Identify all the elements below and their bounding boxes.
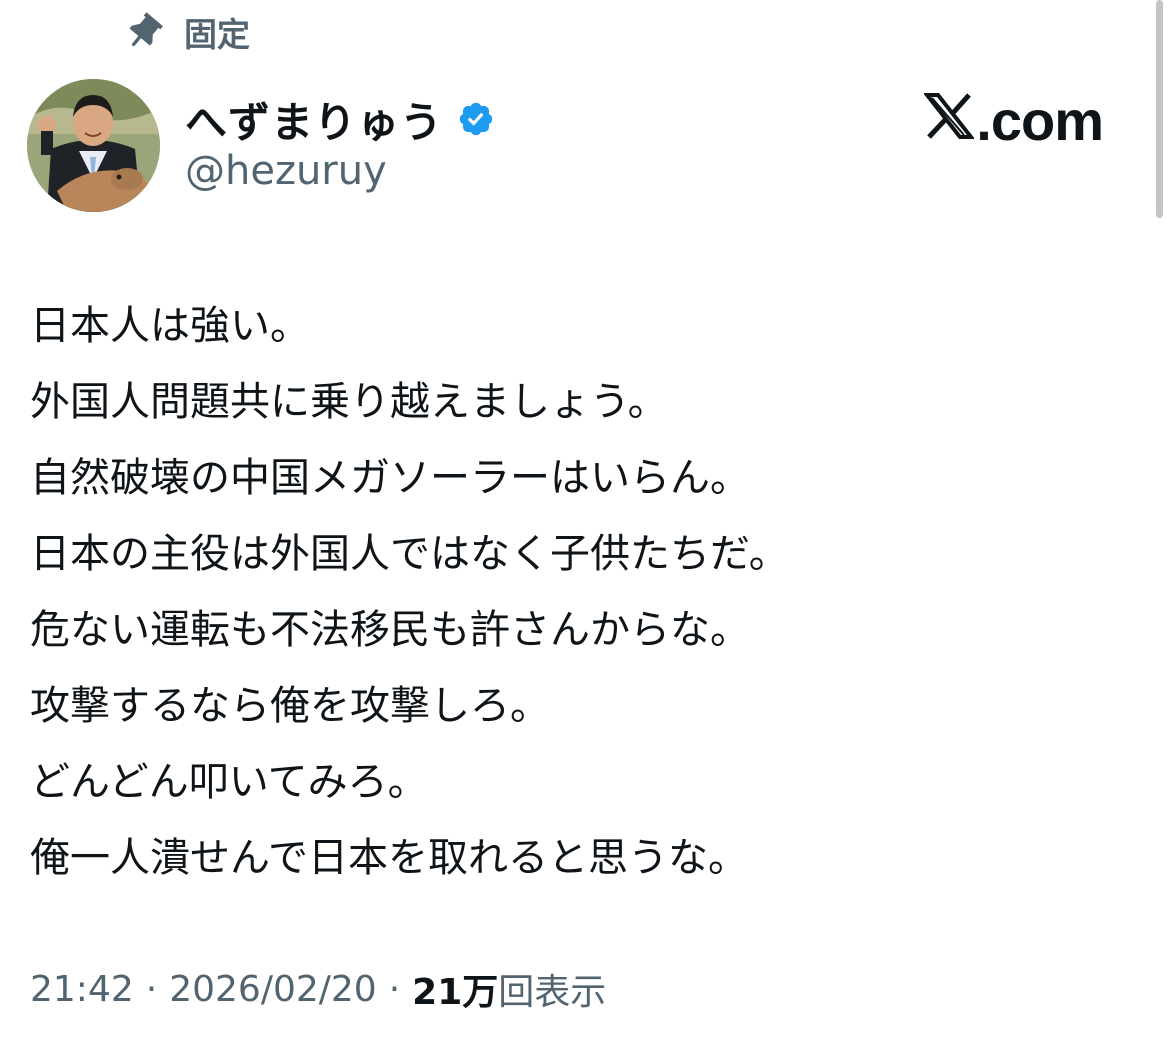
meta-separator: · [388, 968, 401, 1010]
pinned-indicator: 固定 [124, 10, 250, 54]
scrollbar[interactable] [1156, 0, 1163, 218]
brand-logo: .com [924, 88, 1104, 153]
tweet-line: 自然破壊の中国メガソーラーはいらん。 [30, 455, 750, 501]
x-logo-icon [924, 92, 975, 140]
views-label: 回表示 [498, 972, 607, 1013]
tweet-line: 外国人問題共に乗り越えましょう。 [30, 379, 668, 425]
meta-separator: · [145, 968, 158, 1010]
tweet-line: 日本の主役は外国人ではなく子供たちだ。 [30, 531, 789, 577]
tweet-time[interactable]: 21:42 [30, 969, 134, 1010]
tweet-date[interactable]: 2026/02/20 [169, 969, 377, 1010]
brand-text: .com [976, 89, 1104, 152]
avatar[interactable] [27, 79, 160, 212]
tweet-line: 危ない運転も不法移民も許さんからな。 [30, 607, 750, 653]
author-name-row: へずまりゅう [185, 92, 495, 147]
pinned-label: 固定 [184, 15, 250, 54]
tweet-text: 日本人は強い。 外国人問題共に乗り越えましょう。 自然破壊の中国メガソーラーはい… [30, 288, 1130, 896]
views-count[interactable]: 21万 [412, 963, 498, 1015]
tweet-meta: 21:42 · 2026/02/20 · 21万 回表示 [30, 962, 606, 1016]
tweet-line: どんどん叩いてみろ。 [30, 759, 428, 805]
tweet-line: 日本人は強い。 [30, 303, 310, 349]
pin-icon [124, 12, 164, 52]
author-display-name[interactable]: へずまりゅう [185, 89, 443, 150]
author-handle[interactable]: @hezuruy [185, 148, 387, 194]
tweet-line: 俺一人潰せんで日本を取れると思うな。 [30, 835, 748, 881]
tweet-line: 攻撃するなら俺を攻撃しろ。 [30, 683, 550, 729]
verified-badge-icon[interactable] [457, 100, 495, 138]
